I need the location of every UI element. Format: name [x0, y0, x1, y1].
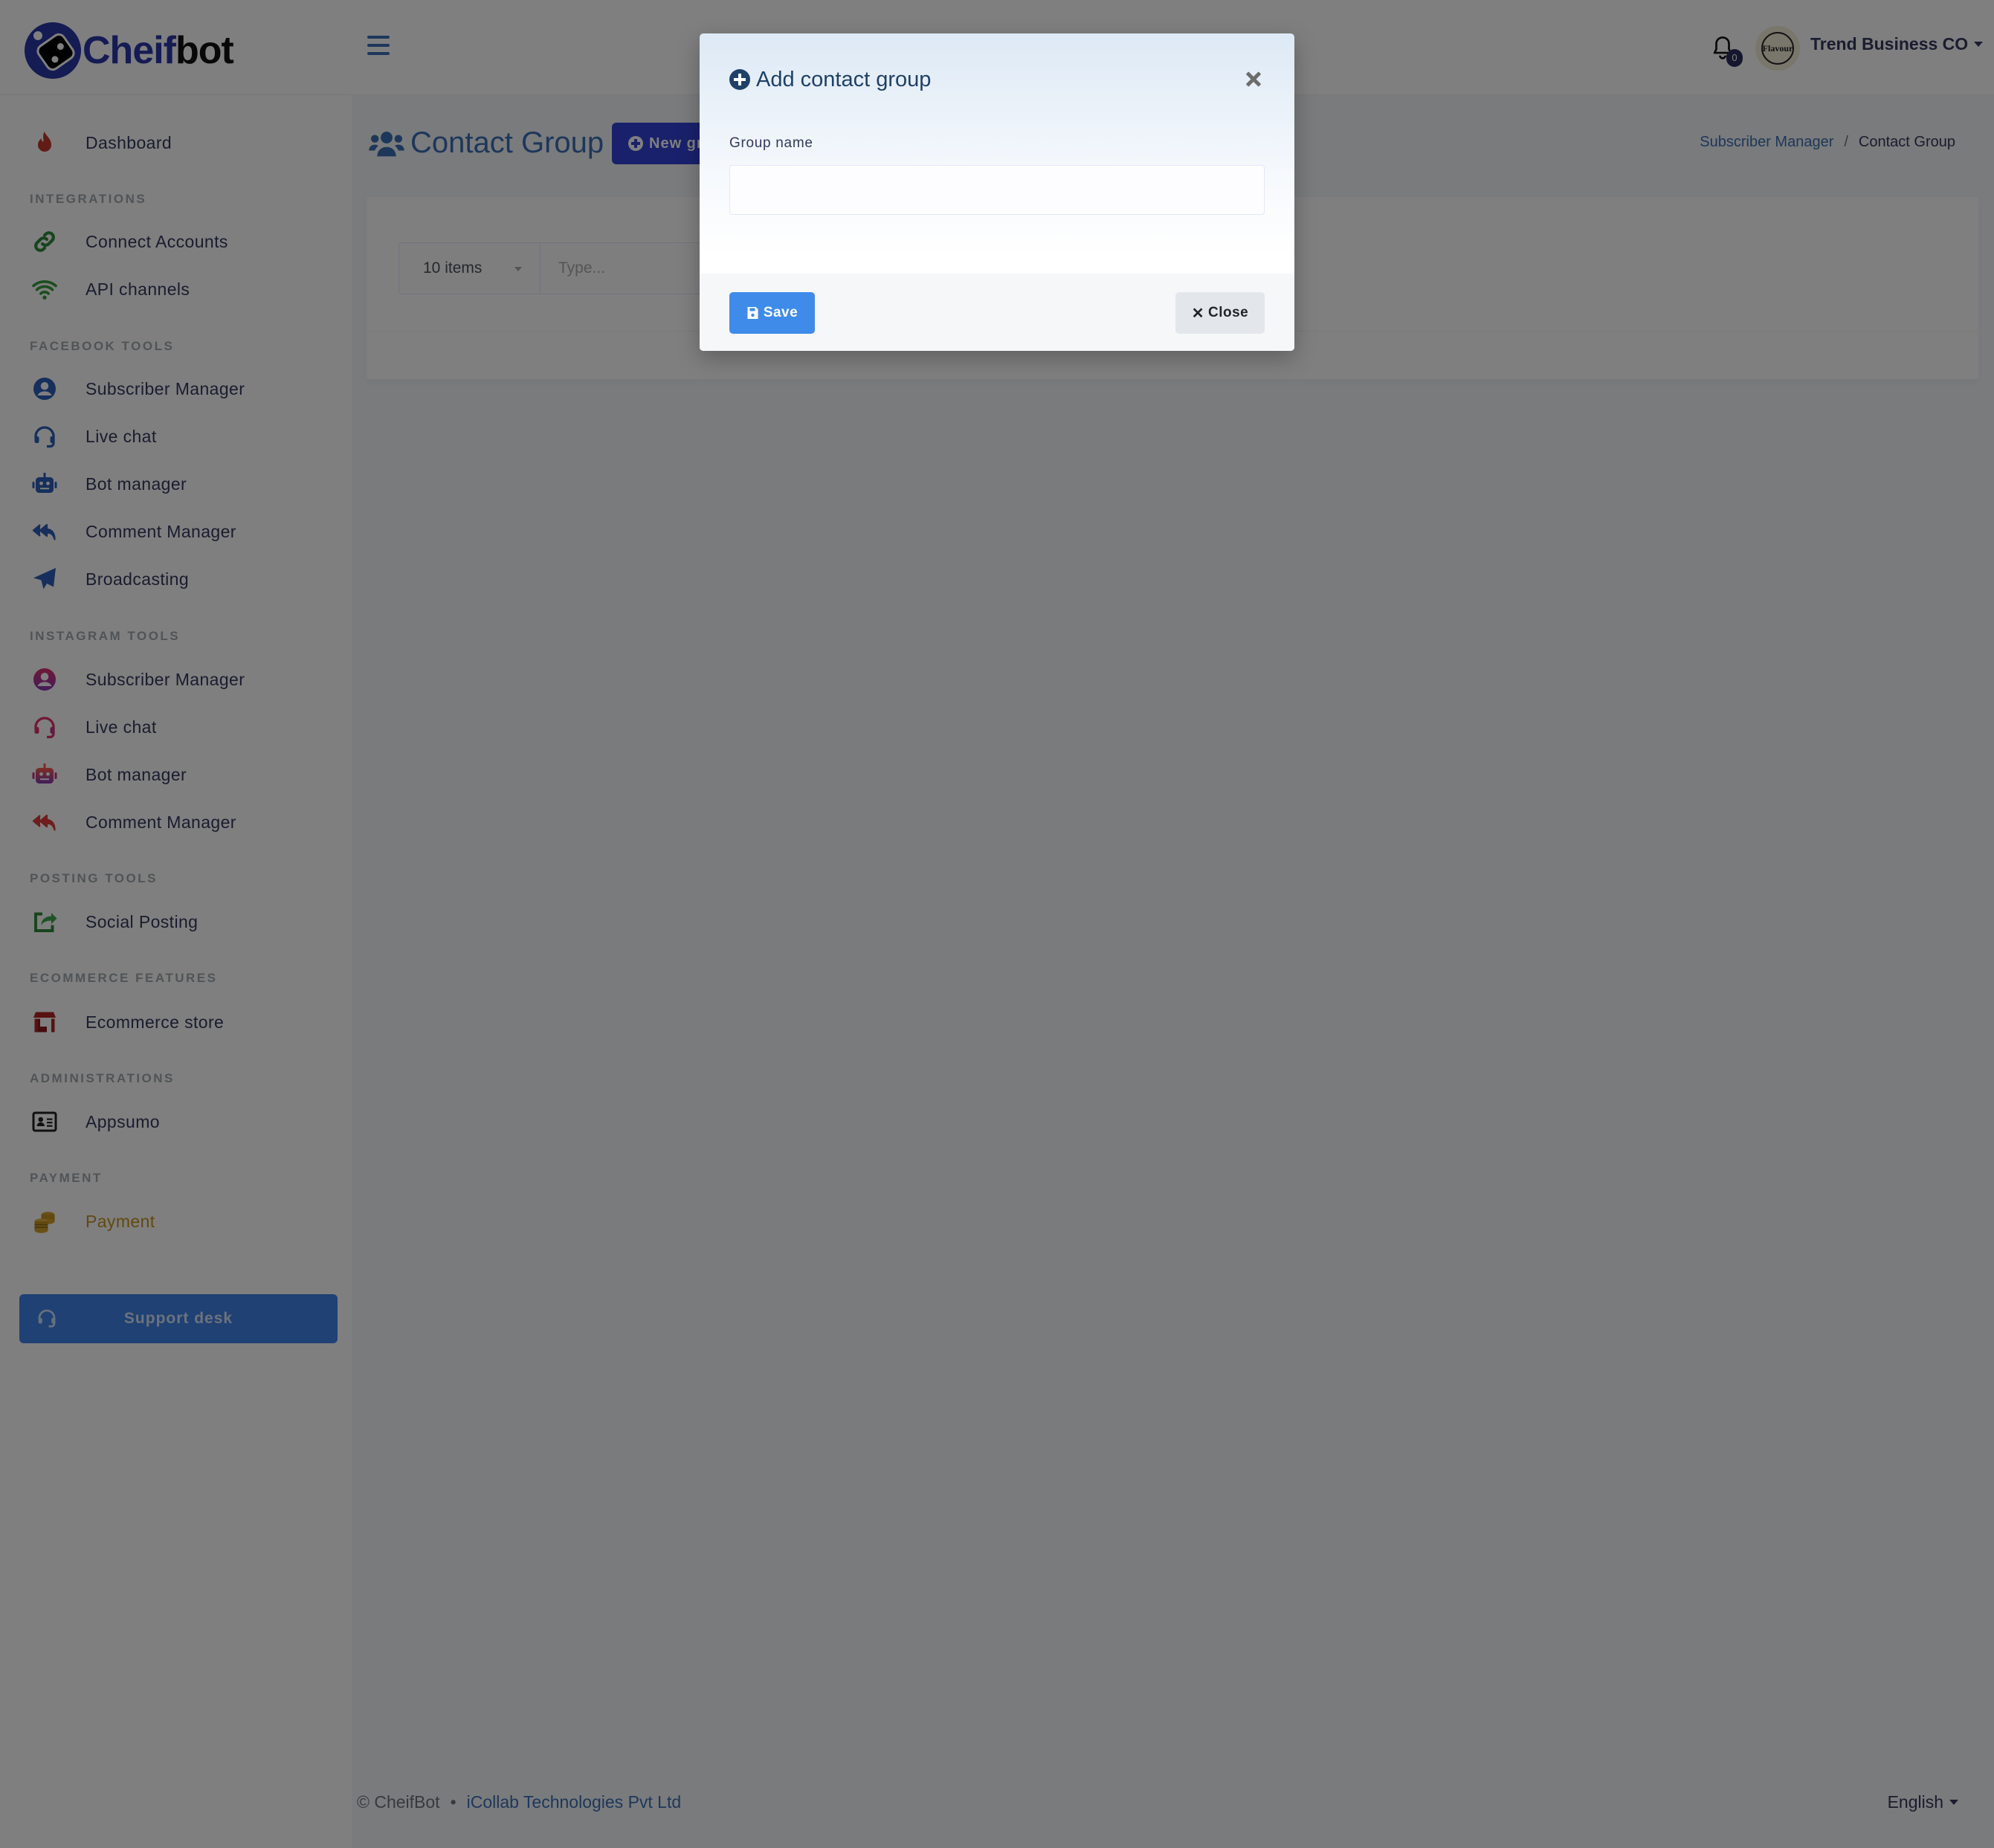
modal-header: Add contact group	[729, 65, 1265, 94]
close-icon[interactable]	[1242, 68, 1265, 90]
modal-footer: Save ✕ Close	[700, 274, 1294, 351]
save-label: Save	[763, 305, 798, 320]
group-name-input[interactable]	[729, 165, 1265, 215]
times-icon: ✕	[1191, 305, 1204, 322]
modal-title: Add contact group	[756, 67, 932, 91]
close-button[interactable]: ✕ Close	[1175, 292, 1265, 334]
save-icon	[747, 307, 758, 319]
add-contact-group-modal: Add contact group Group name Save ✕ Clos…	[700, 33, 1294, 351]
plus-circle-icon	[729, 69, 750, 90]
close-label: Close	[1208, 305, 1249, 320]
save-button[interactable]: Save	[729, 292, 815, 334]
group-name-label: Group name	[729, 135, 813, 151]
